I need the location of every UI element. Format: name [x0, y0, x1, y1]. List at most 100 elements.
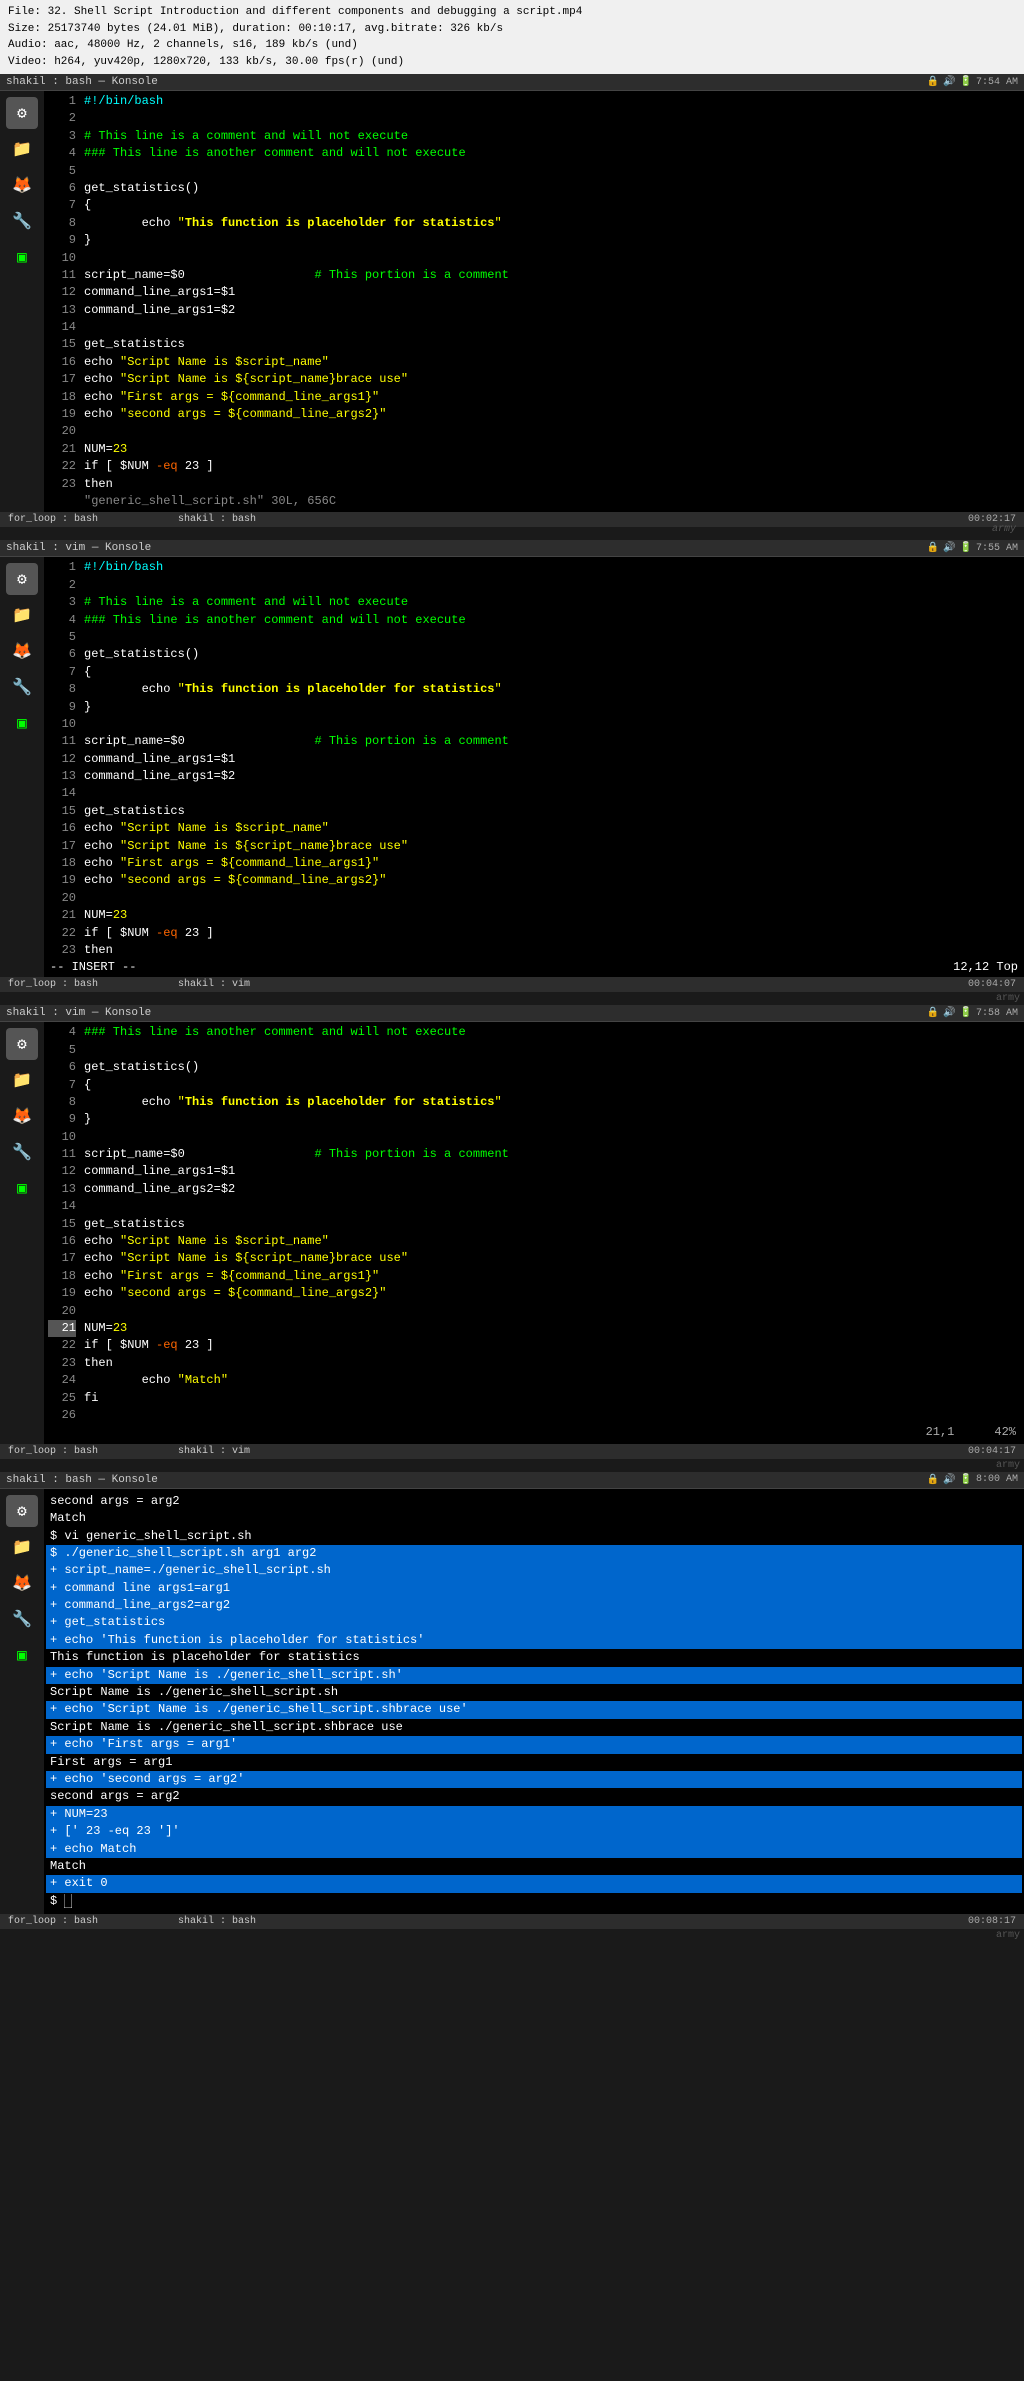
battery-icon-2: 🔋 — [960, 542, 972, 554]
titlebar-2: shakil : vim — Konsole 🔒 🔊 🔋 7:55 AM — [0, 540, 1024, 557]
left-sidebar-4: ⚙ 📁 🦊 🔧 ▣ — [0, 1489, 44, 1914]
sidebar-icon-2-plasma[interactable]: ⚙ — [6, 563, 38, 595]
scroll-pos-2: Top — [996, 960, 1018, 974]
code-line-3-6: 6get_statistics() — [44, 1059, 1024, 1076]
bash-line-16: First args = arg1 — [46, 1754, 1022, 1771]
statusbar-tabs-3: for_loop : bash shakil : vim — [8, 1446, 250, 1457]
panel-3-content: 4### This line is another comment and wi… — [44, 1022, 1024, 1443]
sidebar-icon-app1[interactable]: 🔧 — [6, 205, 38, 237]
code-line-2-1: 1#!/bin/bash — [44, 559, 1024, 576]
code-line-2-18: 18echo "First args = ${command_line_args… — [44, 855, 1024, 872]
sidebar-icon-4-firefox[interactable]: 🦊 — [6, 1567, 38, 1599]
bash-line-22: Match — [46, 1858, 1022, 1875]
code-line-3-4: 4### This line is another comment and wi… — [44, 1024, 1024, 1041]
watermark-2: army — [0, 992, 1024, 1005]
code-line-1-7: 7{ — [44, 197, 1024, 214]
network-icon-4: 🔒 — [927, 1474, 939, 1486]
sidebar-icon-4-files[interactable]: 📁 — [6, 1531, 38, 1563]
insert-bar-2: -- INSERT -- 12,12 Top — [44, 959, 1024, 975]
sidebar-icon-3-firefox[interactable]: 🦊 — [6, 1100, 38, 1132]
cursor-position-3: 21,1 — [926, 1424, 955, 1441]
scroll-pos-3: 42% — [994, 1424, 1016, 1441]
volume-icon: 🔊 — [943, 76, 955, 88]
panel-2-wrapper: ⚙ 📁 🦊 🔧 ▣ 1#!/bin/bash 2 3# This line is… — [0, 557, 1024, 977]
code-line-2-6: 6get_statistics() — [44, 646, 1024, 663]
code-line-2-2: 2 — [44, 577, 1024, 594]
code-line-1-10: 10 — [44, 250, 1024, 267]
sidebar-icon-3-files[interactable]: 📁 — [6, 1064, 38, 1096]
panel-2: shakil : vim — Konsole 🔒 🔊 🔋 7:55 AM ⚙ 📁… — [0, 540, 1024, 1005]
timestamp-1: 7:54 AM — [976, 77, 1018, 88]
bash-line-10: This function is placeholder for statist… — [46, 1649, 1022, 1666]
panel-4: shakil : bash — Konsole 🔒 🔊 🔋 8:00 AM ⚙ … — [0, 1472, 1024, 1942]
statusbar-3: for_loop : bash shakil : vim 00:04:17 — [0, 1444, 1024, 1459]
video-line2: Size: 25173740 bytes (24.01 MiB), durati… — [8, 21, 1016, 38]
code-line-1-16: 16echo "Script Name is $script_name" — [44, 354, 1024, 371]
titlebar-1-text: shakil : bash — Konsole — [6, 76, 158, 88]
code-line-2-21: 21NUM=23 — [44, 907, 1024, 924]
code-line-3-16: 16echo "Script Name is $script_name" — [44, 1233, 1024, 1250]
code-line-3-18: 18echo "First args = ${command_line_args… — [44, 1268, 1024, 1285]
sidebar-icon-4-plasma[interactable]: ⚙ — [6, 1495, 38, 1527]
code-line-2-16: 16echo "Script Name is $script_name" — [44, 820, 1024, 837]
sidebar-icon-2-firefox[interactable]: 🦊 — [6, 635, 38, 667]
code-line-1-21: 21NUM=23 — [44, 441, 1024, 458]
volume-icon-3: 🔊 — [943, 1007, 955, 1019]
sidebar-icon-3-app[interactable]: 🔧 — [6, 1136, 38, 1168]
video-info-header: File: 32. Shell Script Introduction and … — [0, 0, 1024, 74]
code-line-2-3: 3# This line is a comment and will not e… — [44, 594, 1024, 611]
statusbar-4-tab1[interactable]: for_loop : bash — [8, 1916, 98, 1927]
cursor-position-2: 12,12 Top — [953, 960, 1018, 974]
sidebar-icon-plasma[interactable]: ⚙ — [6, 97, 38, 129]
statusbar-4-tab2[interactable]: shakil : bash — [178, 1916, 256, 1927]
sidebar-icon-terminal[interactable]: ▣ — [6, 241, 38, 273]
code-line-3-11: 11script_name=$0 # This portion is a com… — [44, 1146, 1024, 1163]
statusbar-3-tab1[interactable]: for_loop : bash — [8, 1446, 98, 1457]
sidebar-icon-3-plasma[interactable]: ⚙ — [6, 1028, 38, 1060]
code-line-1-15: 15get_statistics — [44, 336, 1024, 353]
statusbar-2-tab2[interactable]: shakil : vim — [178, 979, 250, 990]
bash-line-8: + get_statistics — [46, 1614, 1022, 1631]
code-line-3-pos: 21,1 42% — [44, 1424, 1024, 1441]
code-line-3-15: 15get_statistics — [44, 1216, 1024, 1233]
panel-1-content: 1#!/bin/bash 2 3# This line is a comment… — [44, 91, 1024, 512]
bash-line-21: + echo Match — [46, 1841, 1022, 1858]
bash-line-9: + echo 'This function is placeholder for… — [46, 1632, 1022, 1649]
statusbar-4: for_loop : bash shakil : bash 00:08:17 — [0, 1914, 1024, 1929]
titlebar-4-text: shakil : bash — Konsole — [6, 1474, 158, 1486]
code-line-3-22: 22if [ $NUM -eq 23 ] — [44, 1337, 1024, 1354]
sidebar-icon-2-files[interactable]: 📁 — [6, 599, 38, 631]
sidebar-icon-3-terminal[interactable]: ▣ — [6, 1172, 38, 1204]
sidebar-icon-4-app[interactable]: 🔧 — [6, 1603, 38, 1635]
statusbar-3-tab2[interactable]: shakil : vim — [178, 1446, 250, 1457]
video-line4: Video: h264, yuv420p, 1280x720, 133 kb/s… — [8, 54, 1016, 71]
volume-icon-4: 🔊 — [943, 1474, 955, 1486]
code-line-3-7: 7{ — [44, 1077, 1024, 1094]
sidebar-icon-4-terminal[interactable]: ▣ — [6, 1639, 38, 1671]
watermark-3: army — [0, 1459, 1024, 1472]
left-sidebar-2: ⚙ 📁 🦊 🔧 ▣ — [0, 557, 44, 977]
code-line-3-26: 26 — [44, 1407, 1024, 1424]
titlebar-2-text: shakil : vim — Konsole — [6, 542, 151, 554]
code-line-1-17: 17echo "Script Name is ${script_name}bra… — [44, 371, 1024, 388]
watermark-1: army — [0, 523, 1020, 536]
statusbar-2-tab1[interactable]: for_loop : bash — [8, 979, 98, 990]
code-line-2-22: 22if [ $NUM -eq 23 ] — [44, 925, 1024, 942]
sidebar-icon-files[interactable]: 📁 — [6, 133, 38, 165]
bash-line-7: + command_line_args2=arg2 — [46, 1597, 1022, 1614]
volume-icon-2: 🔊 — [943, 542, 955, 554]
bash-line-3: $ vi generic_shell_script.sh — [46, 1528, 1022, 1545]
panel-4-content: second args = arg2 Match $ vi generic_sh… — [44, 1489, 1024, 1914]
code-line-1-13: 13command_line_args1=$2 — [44, 302, 1024, 319]
duration-3: 00:04:17 — [968, 1446, 1016, 1457]
bash-line-11: + echo 'Script Name is ./generic_shell_s… — [46, 1667, 1022, 1684]
code-line-2-23: 23then — [44, 942, 1024, 959]
sidebar-icon-2-terminal[interactable]: ▣ — [6, 707, 38, 739]
code-line-3-10: 10 — [44, 1129, 1024, 1146]
titlebar-3-text: shakil : vim — Konsole — [6, 1007, 151, 1019]
statusbar-2: for_loop : bash shakil : vim 00:04:07 — [0, 977, 1024, 992]
sidebar-icon-firefox[interactable]: 🦊 — [6, 169, 38, 201]
titlebar-1: shakil : bash — Konsole 🔒 🔊 🔋 7:54 AM — [0, 74, 1024, 91]
bash-line-1: second args = arg2 — [46, 1493, 1022, 1510]
sidebar-icon-2-app[interactable]: 🔧 — [6, 671, 38, 703]
